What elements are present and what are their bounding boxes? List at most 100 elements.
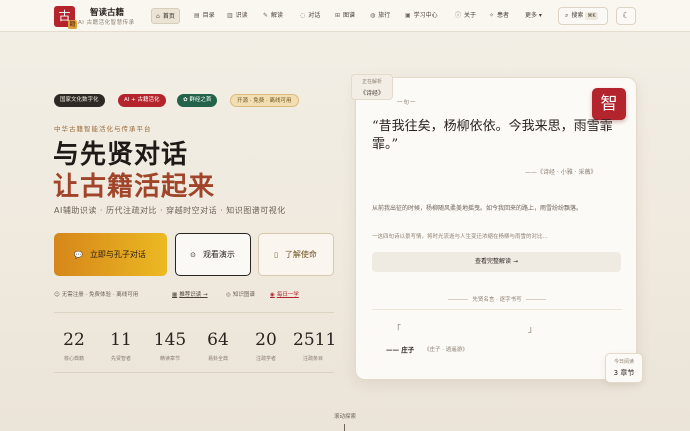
stat-chapters: 145 精读章节 [150, 330, 190, 362]
hero-subtitle: AI辅助识读 · 历代注疏对比 · 穿越时空对话 · 知识图谱可视化 [54, 206, 286, 215]
travel-icon: ◍ [370, 12, 376, 19]
stat-classics: 22 核心典籍 [54, 330, 94, 362]
brand-title[interactable]: 智读古籍 [90, 6, 124, 18]
top-nav: 古 籍 智读古籍 AI 古籍活化智慧传承 ⌂ 首页 ▤ 目录 ▥ 识读 ✎ 解读 ◌ 对话… [0, 0, 690, 32]
learn-mission-button[interactable]: ▯ 了解使命 [258, 233, 334, 276]
tag-ai: AI + 古籍活化 [118, 94, 166, 107]
catalog-icon: ▤ [194, 12, 200, 19]
target-icon: ◎ [226, 292, 231, 298]
logo-badge: 籍 [68, 20, 77, 29]
read-icon: ▥ [227, 12, 233, 19]
quote-bracket-right: 」 [528, 325, 538, 335]
poem-interpretation: 从前我出征的时候，杨柳随风柔美地摇曳。如今我回来的路上，雨雪纷纷飘落。 [372, 205, 583, 212]
nav-label: 对话 [308, 12, 321, 19]
nav-travel[interactable]: ◍ 旅行 [366, 8, 394, 24]
stat-label: 精读章节 [159, 356, 180, 362]
today-title: 今日阅读 [613, 359, 634, 365]
quote-line-right [525, 299, 546, 300]
stat-scholars: 20 注疏学者 [246, 330, 286, 362]
full-interpretation-button[interactable]: 查看完整解读 → [372, 252, 621, 272]
home-icon: ⌂ [156, 13, 160, 20]
stat-label: 先贤智者 [110, 356, 131, 362]
quote-label: 先贤名言 · 逐字书写 [372, 295, 622, 303]
moon-icon: ☾ [622, 11, 630, 20]
recommended-reading-link[interactable]: ▦ 推荐识读 → [172, 290, 208, 298]
nav-graph[interactable]: ⊞ 图谱 [331, 8, 359, 24]
watch-demo-button[interactable]: ⊙ 观看演示 [175, 233, 251, 276]
source-tab-value: 《诗经》 [359, 90, 384, 97]
stat-label: 核心典籍 [63, 356, 84, 362]
sparkle-icon: ✧ [489, 12, 495, 19]
nav-more[interactable]: 更多 ▾ [521, 8, 546, 24]
today-value: 3 章节 [613, 369, 635, 377]
stat-label: 易卦全典 [207, 356, 228, 362]
mini-label: 推荐识读 → [179, 292, 208, 298]
stat-label: 注疏学者 [255, 356, 276, 362]
seal-icon: 智 [592, 88, 626, 120]
stat-label: 注疏条目 [302, 356, 323, 362]
nav-read[interactable]: ▥ 识读 [223, 8, 252, 24]
nav-interpret[interactable]: ✎ 解读 [259, 8, 287, 24]
stat-hexagrams: 64 易卦全典 [198, 330, 238, 362]
knowledge-graph-link[interactable]: ◎ 知识图谱 [226, 290, 255, 298]
poem-citation: ——《诗经 · 小雅 · 采薇》 [525, 169, 597, 176]
nav-label: 首页 [162, 13, 175, 20]
stat-entries: 2511 注疏条目 [293, 330, 336, 362]
stat-value: 22 [63, 330, 85, 350]
nav-patient[interactable]: ✧ 患者 [485, 8, 513, 24]
learning-icon: ▣ [405, 12, 411, 19]
chat-icon: 💬 [74, 250, 83, 259]
stat-value: 11 [110, 330, 132, 350]
btn-primary-label: 立即与孔子对话 [89, 249, 146, 259]
quote-box [372, 309, 622, 369]
hero-title-line2: 让古籍活起来 [53, 172, 216, 202]
search-button[interactable]: ⌕ 搜索 ⌘K [558, 7, 608, 25]
nav-label: 图谱 [343, 12, 356, 19]
divider-bottom [54, 372, 334, 373]
btn-demo-label: 观看演示 [202, 249, 235, 259]
nav-home[interactable]: ⌂ 首页 [151, 8, 180, 24]
btn-mission-label: 了解使命 [284, 249, 317, 259]
nav-label: 关于 [464, 12, 477, 19]
free-note: ☺ 无需注册 · 免费体验 · 离线可用 [54, 290, 138, 298]
grid-icon: ▦ [172, 292, 178, 298]
nav-label: 患者 [497, 12, 510, 19]
smile-icon: ☺ [54, 292, 60, 298]
source-tab[interactable]: 正在解析 《诗经》 [351, 74, 393, 100]
daily-study-link[interactable]: ◉ 每日一学 [270, 290, 299, 298]
talk-to-confucius-button[interactable]: 💬 立即与孔子对话 [54, 233, 167, 276]
graph-icon: ⊞ [335, 12, 341, 19]
quote-line-left [448, 299, 469, 300]
nav-dialogue[interactable]: ◌ 对话 [296, 8, 324, 24]
nav-learning[interactable]: ▣ 学习中心 [401, 8, 442, 24]
stat-value: 20 [255, 330, 277, 350]
theme-toggle-button[interactable]: ☾ [616, 7, 636, 25]
scroll-hint[interactable]: 滚动探索 [325, 412, 365, 420]
nav-label: 更多 ▾ [525, 12, 542, 19]
nav-label: 解读 [271, 12, 284, 19]
nav-about[interactable]: ⓘ 关于 [451, 8, 480, 24]
tag-classics: ✿ 群经之首 [177, 94, 218, 107]
nav-label: 识读 [235, 12, 248, 19]
divider-top [54, 312, 334, 313]
nav-label: 学习中心 [413, 12, 438, 19]
dot-icon: ◉ [270, 292, 275, 298]
nav-catalog[interactable]: ▤ 目录 [190, 8, 219, 24]
source-tab-title: 正在解析 [361, 79, 382, 85]
mini-label: 无需注册 · 免费体验 · 离线可用 [61, 292, 139, 298]
logo[interactable]: 古 籍 [54, 6, 77, 29]
scroll-indicator [344, 424, 345, 431]
stat-value: 145 [153, 330, 187, 350]
quote-author: —— 庄子 [386, 346, 415, 354]
quote-source: 《庄子 · 逍遥游》 [424, 347, 468, 353]
mini-label: 知识图谱 [232, 292, 255, 298]
nav-label: 目录 [202, 12, 215, 19]
nav-label: 旅行 [378, 12, 391, 19]
dialogue-icon: ◌ [300, 12, 306, 19]
quote-label-text: 先贤名言 · 逐字书写 [472, 297, 522, 303]
today-reading-badge[interactable]: 今日阅读 3 章节 [605, 353, 643, 383]
brand-subtitle: AI 古籍活化智慧传承 [78, 20, 135, 26]
tag-opensource: 开源 · 免费 · 离线可用 [230, 94, 299, 107]
search-shortcut: ⌘K [585, 12, 598, 20]
card-label: 一句一 [397, 100, 417, 106]
